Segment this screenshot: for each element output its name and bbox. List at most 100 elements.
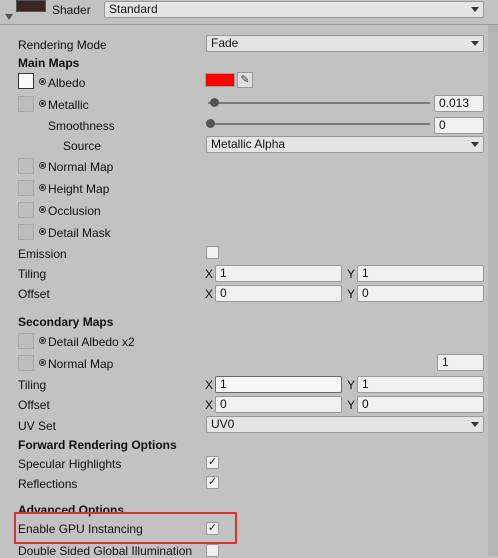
tiling-x-value: 1: [220, 266, 227, 280]
shader-dropdown-value: Standard: [109, 2, 158, 16]
secondary-offset-label: Offset: [18, 398, 50, 412]
tiling-label: Tiling: [18, 267, 47, 281]
inspector-header: Shader Standard: [0, 0, 498, 24]
chevron-down-icon: [471, 142, 479, 147]
detail-albedo-label: Detail Albedo x2: [48, 335, 135, 349]
uv-set-dropdown[interactable]: UV0: [206, 416, 484, 433]
double-sided-gi-checkbox[interactable]: [206, 544, 219, 557]
forward-rendering-title: Forward Rendering Options: [18, 438, 177, 452]
tiling-y-field[interactable]: 1: [357, 265, 484, 282]
metallic-slider-knob[interactable]: [210, 98, 219, 107]
metallic-texture-slot[interactable]: [18, 96, 34, 112]
secondary-normal-map-label: Normal Map: [48, 357, 114, 371]
metallic-slider[interactable]: [206, 96, 432, 110]
smoothness-label: Smoothness: [48, 119, 115, 133]
secondary-normal-map-picker-icon[interactable]: [39, 359, 46, 366]
tiling-y-label: Y: [347, 267, 356, 281]
secondary-offset-y-label: Y: [347, 398, 356, 412]
offset-x-label: X: [205, 287, 214, 301]
chevron-down-icon: [471, 7, 479, 12]
secondary-tiling-x-label: X: [205, 378, 214, 392]
header-divider: [0, 24, 498, 25]
source-value: Metallic Alpha: [211, 137, 286, 151]
eyedropper-icon[interactable]: ✎: [237, 72, 253, 88]
secondary-tiling-label: Tiling: [18, 378, 47, 392]
scrollbar-track[interactable]: [488, 25, 498, 556]
albedo-label: Albedo: [48, 76, 86, 90]
metallic-picker-icon[interactable]: [39, 100, 46, 107]
foldout-arrow-icon[interactable]: [5, 14, 13, 20]
secondary-offset-y-field[interactable]: 0: [357, 396, 484, 413]
secondary-normal-map-value: 1: [442, 355, 449, 369]
emission-label: Emission: [18, 247, 67, 261]
occlusion-texture-slot[interactable]: [18, 202, 34, 218]
height-map-picker-icon[interactable]: [39, 184, 46, 191]
albedo-picker-icon[interactable]: [39, 78, 46, 85]
checkmark-icon: ✓: [207, 456, 218, 468]
secondary-maps-title: Secondary Maps: [18, 315, 114, 329]
normal-map-texture-slot[interactable]: [18, 158, 34, 174]
smoothness-slider-knob[interactable]: [206, 119, 215, 128]
offset-y-label: Y: [347, 287, 356, 301]
secondary-tiling-x-field[interactable]: 1: [215, 376, 342, 393]
specular-highlights-label: Specular Highlights: [18, 457, 122, 471]
secondary-normal-map-texture-slot[interactable]: [18, 355, 34, 371]
detail-albedo-picker-icon[interactable]: [39, 337, 46, 344]
detail-mask-label: Detail Mask: [48, 226, 111, 240]
shader-label: Shader: [52, 3, 91, 17]
normal-map-picker-icon[interactable]: [39, 162, 46, 169]
rendering-mode-dropdown[interactable]: Fade: [206, 35, 484, 52]
specular-highlights-checkbox[interactable]: ✓: [206, 456, 219, 469]
albedo-texture-slot[interactable]: [18, 73, 34, 89]
emission-checkbox[interactable]: [206, 246, 219, 259]
secondary-tiling-x-value: 1: [220, 377, 227, 391]
source-label: Source: [63, 139, 102, 153]
metallic-label: Metallic: [48, 98, 89, 112]
offset-y-field[interactable]: 0: [357, 285, 484, 302]
checkmark-icon: ✓: [207, 476, 218, 488]
metallic-value-field[interactable]: 0.013: [434, 95, 484, 112]
source-dropdown[interactable]: Metallic Alpha: [206, 136, 484, 153]
secondary-tiling-y-value: 1: [362, 377, 369, 391]
secondary-offset-x-value: 0: [220, 397, 227, 411]
tiling-y-value: 1: [362, 266, 369, 280]
smoothness-value: 0: [439, 118, 446, 132]
smoothness-value-field[interactable]: 0: [434, 117, 484, 134]
gpu-instancing-highlight-box: [14, 512, 237, 544]
shader-dropdown[interactable]: Standard: [104, 1, 484, 18]
uv-set-value: UV0: [211, 417, 235, 431]
material-preview-thumbnail: [16, 0, 46, 12]
height-map-label: Height Map: [48, 182, 110, 196]
reflections-checkbox[interactable]: ✓: [206, 476, 219, 489]
chevron-down-icon: [471, 41, 479, 46]
metallic-value: 0.013: [439, 96, 470, 110]
smoothness-slider[interactable]: [206, 117, 432, 131]
chevron-down-icon: [471, 422, 479, 427]
secondary-normal-map-value-field[interactable]: 1: [437, 354, 484, 371]
metallic-slider-track: [208, 102, 430, 104]
tiling-x-label: X: [205, 267, 214, 281]
secondary-offset-x-field[interactable]: 0: [215, 396, 342, 413]
detail-mask-picker-icon[interactable]: [39, 228, 46, 235]
rendering-mode-value: Fade: [211, 36, 239, 50]
secondary-offset-x-label: X: [205, 398, 214, 412]
tiling-x-field[interactable]: 1: [215, 265, 342, 282]
albedo-color-swatch[interactable]: [205, 73, 235, 87]
main-maps-title: Main Maps: [18, 56, 80, 70]
secondary-offset-y-value: 0: [362, 397, 369, 411]
offset-x-value: 0: [220, 286, 227, 300]
normal-map-label: Normal Map: [48, 160, 114, 174]
secondary-tiling-y-field[interactable]: 1: [357, 376, 484, 393]
height-map-texture-slot[interactable]: [18, 180, 34, 196]
smoothness-slider-track: [208, 123, 430, 125]
uv-set-label: UV Set: [18, 419, 57, 433]
offset-label: Offset: [18, 287, 50, 301]
occlusion-picker-icon[interactable]: [39, 206, 46, 213]
detail-mask-texture-slot[interactable]: [18, 224, 34, 240]
rendering-mode-label: Rendering Mode: [18, 38, 107, 52]
offset-x-field[interactable]: 0: [215, 285, 342, 302]
reflections-label: Reflections: [18, 477, 78, 491]
occlusion-label: Occlusion: [48, 204, 101, 218]
secondary-tiling-y-label: Y: [347, 378, 356, 392]
detail-albedo-texture-slot[interactable]: [18, 333, 34, 349]
